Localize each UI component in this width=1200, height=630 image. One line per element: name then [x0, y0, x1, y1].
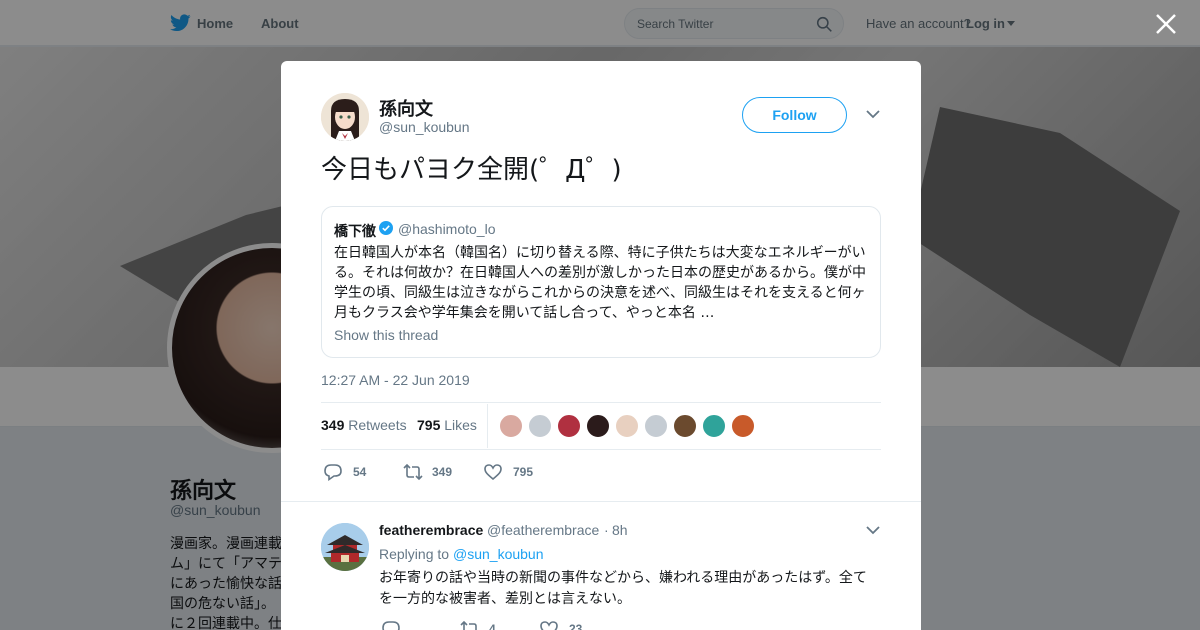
liker-avatar[interactable] [615, 414, 639, 438]
likes-count: 795 [417, 417, 441, 433]
quote-text: 在日韓国人が本名（韓国名）に切り替える際、特に子供たちは大変なエネルギーがいる。… [334, 245, 866, 321]
replying-to-label: Replying to [379, 546, 450, 562]
likes-stat[interactable]: 795 Likes [417, 417, 477, 433]
author-handle[interactable]: @sun_koubun [379, 119, 470, 135]
heart-icon [540, 621, 558, 630]
divider [321, 402, 881, 403]
reply-author-handle[interactable]: @featherembrace [487, 522, 599, 538]
tweet-modal: 孫向文 @sun_koubun Follow 今日もパヨク全開(゜Д゜) 橋下徹… [281, 61, 921, 630]
reply-icon [324, 464, 342, 481]
author-avatar[interactable] [321, 93, 369, 141]
divider [487, 404, 488, 448]
liker-avatar[interactable] [499, 414, 523, 438]
divider [281, 501, 921, 502]
quoted-tweet[interactable]: 橋下徹 @hashimoto_lo 在日韓国人が本名（韓国名）に切り替える際、特… [321, 206, 881, 358]
retweets-count: 349 [321, 417, 345, 433]
divider [321, 449, 881, 450]
reply-separator: · [604, 522, 609, 538]
reply-timestamp[interactable]: 8h [612, 522, 628, 538]
reply-author-avatar[interactable] [321, 523, 369, 571]
reply-author-name[interactable]: featherembrace [379, 522, 483, 538]
liker-avatar[interactable] [731, 414, 755, 438]
retweet-icon [403, 463, 423, 481]
chevron-down-icon[interactable] [866, 109, 880, 119]
retweet-count: 349 [432, 465, 453, 479]
retweets-label: Retweets [348, 417, 407, 433]
liker-avatar[interactable] [644, 414, 668, 438]
avatar-illustration [321, 93, 369, 141]
reply-like-count: 23 [569, 622, 583, 630]
likes-label: Likes [444, 417, 477, 433]
avatar-pagoda-image [321, 523, 369, 571]
reply-retweet-count: 4 [489, 622, 496, 630]
liker-avatar[interactable] [702, 414, 726, 438]
reply-text: お年寄りの話や当時の新聞の事件などから、嫌われる理由があったはず。全てを一方的な… [379, 570, 867, 607]
heart-icon [484, 464, 502, 481]
follow-button[interactable]: Follow [742, 97, 847, 133]
reply-count: 54 [353, 465, 367, 479]
liker-avatar[interactable] [673, 414, 697, 438]
quote-author-handle: @hashimoto_lo [398, 221, 496, 237]
verified-badge-icon [379, 221, 393, 235]
author-name[interactable]: 孫向文 [379, 95, 433, 121]
replying-to-handle[interactable]: @sun_koubun [453, 546, 544, 562]
retweets-stat[interactable]: 349 Retweets [321, 417, 407, 433]
tweet-timestamp[interactable]: 12:27 AM - 22 Jun 2019 [321, 372, 470, 388]
retweet-icon [460, 620, 477, 630]
liker-avatar[interactable] [528, 414, 552, 438]
reply-icon [382, 621, 400, 630]
like-count: 795 [513, 465, 534, 479]
tweet-text: 今日もパヨク全開(゜Д゜) [321, 155, 622, 185]
liker-avatar[interactable] [557, 414, 581, 438]
close-icon[interactable] [1155, 13, 1177, 35]
quote-author-name: 橋下徹 [334, 223, 376, 239]
liker-avatar[interactable] [586, 414, 610, 438]
chevron-down-icon[interactable] [866, 525, 880, 535]
show-thread-link[interactable]: Show this thread [334, 327, 438, 343]
